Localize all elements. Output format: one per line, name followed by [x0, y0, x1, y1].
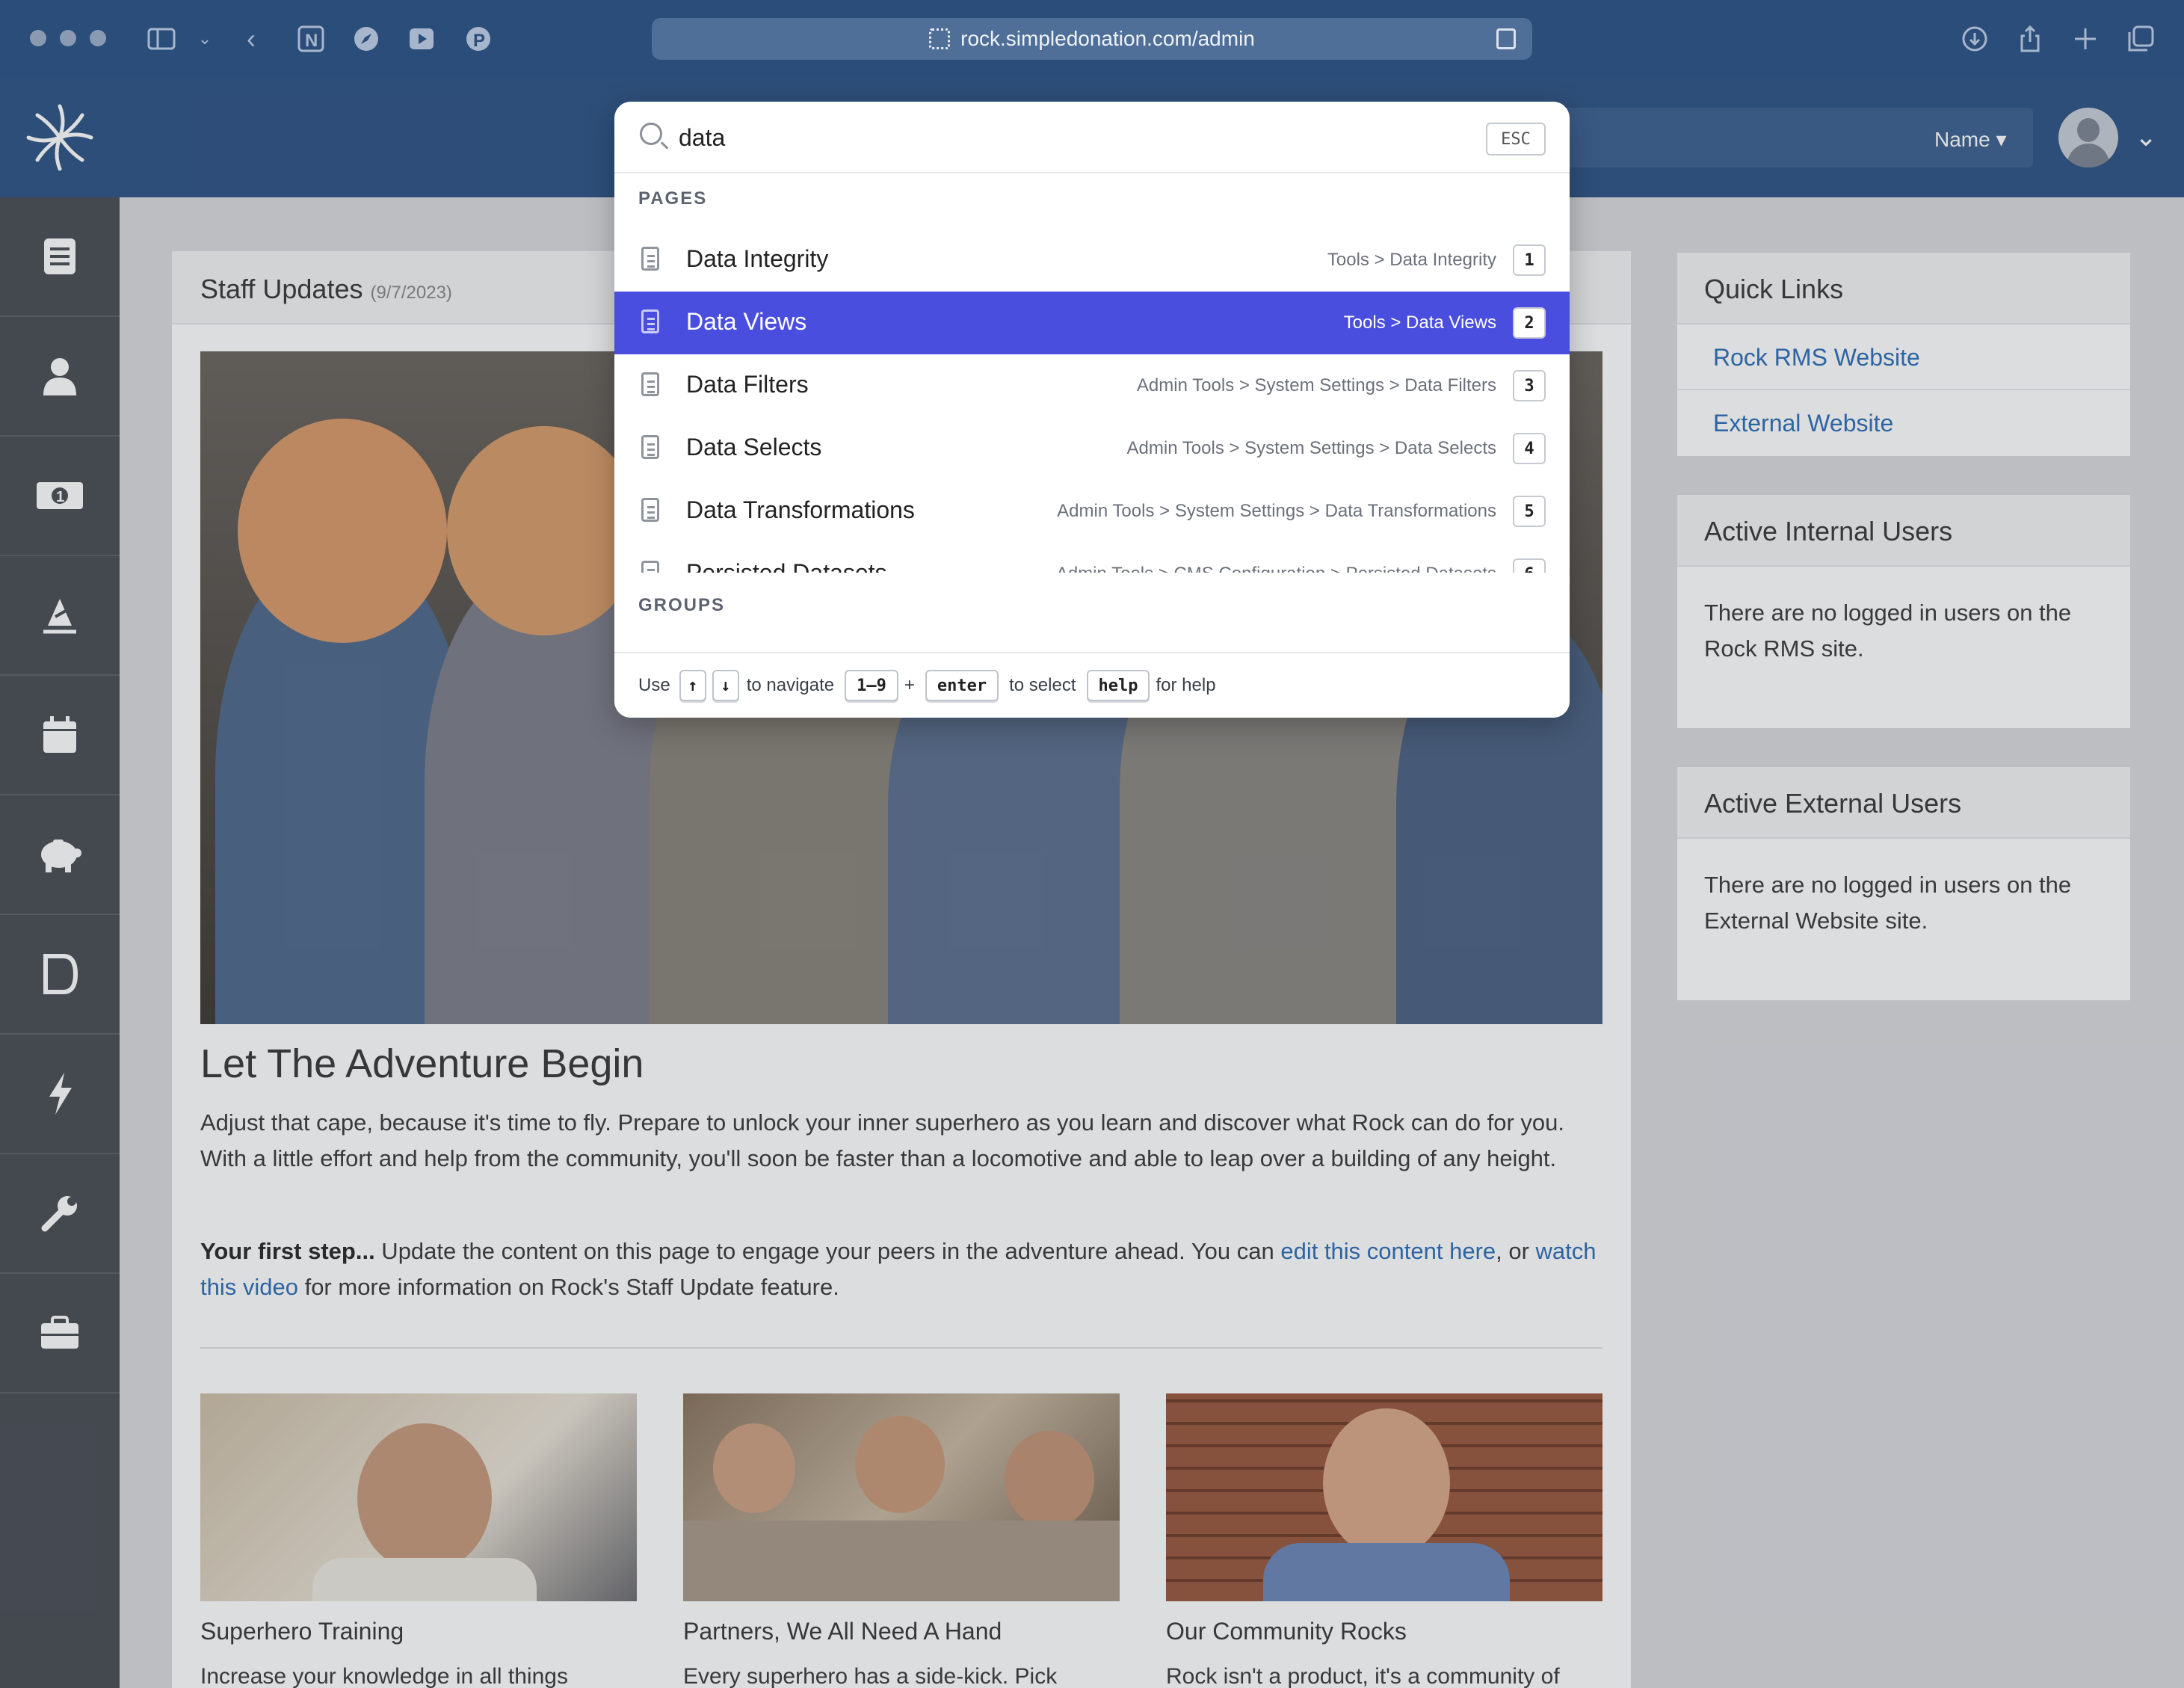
- hint-select: to select: [1009, 675, 1076, 695]
- search-input[interactable]: data: [679, 124, 725, 152]
- search-result-data-selects[interactable]: Data Selects Admin Tools > System Settin…: [614, 417, 1570, 480]
- esc-key-hint[interactable]: ESC: [1486, 123, 1546, 155]
- video-extension-icon[interactable]: [405, 22, 438, 55]
- search-result-data-transformations[interactable]: Data Transformations Admin Tools > Syste…: [614, 480, 1570, 543]
- result-shortcut: 4: [1513, 433, 1546, 464]
- down-arrow-key: ↓: [712, 670, 739, 701]
- pages-section-heading: PAGES: [638, 188, 708, 209]
- zoom-window-button[interactable]: [90, 30, 106, 46]
- search-result-persisted-datasets[interactable]: Persisted Datasets Admin Tools > CMS Con…: [614, 543, 1570, 573]
- pinterest-extension-icon[interactable]: P: [462, 22, 495, 55]
- result-shortcut: 2: [1513, 307, 1546, 339]
- minimize-window-button[interactable]: [60, 30, 76, 46]
- result-title: Data Transformations: [686, 496, 915, 523]
- hint-help: for help: [1156, 675, 1216, 695]
- result-shortcut: 5: [1513, 496, 1546, 527]
- search-result-data-views[interactable]: Data Views Tools > Data Views 2: [614, 292, 1570, 354]
- page-icon: [641, 372, 659, 396]
- result-shortcut: 3: [1513, 370, 1546, 401]
- result-title: Data Views: [686, 308, 807, 335]
- page-icon: [641, 498, 659, 522]
- groups-section-heading: GROUPS: [638, 595, 726, 615]
- search-bar: data ESC: [614, 102, 1570, 173]
- close-window-button[interactable]: [30, 30, 46, 46]
- back-icon[interactable]: ‹: [235, 22, 268, 55]
- result-path: Admin Tools > System Settings > Data Tra…: [1057, 501, 1496, 521]
- up-arrow-key: ↑: [679, 670, 706, 701]
- result-title: Data Selects: [686, 434, 822, 460]
- hint-use: Use: [638, 675, 670, 695]
- address-bar[interactable]: rock.simpledonation.com/admin: [652, 18, 1532, 60]
- reader-icon[interactable]: [1496, 28, 1516, 49]
- result-path: Tools > Data Integrity: [1327, 250, 1496, 270]
- svg-text:P: P: [473, 31, 485, 51]
- result-shortcut: 1: [1513, 244, 1546, 276]
- page-icon: [641, 309, 659, 333]
- search-result-data-integrity[interactable]: Data Integrity Tools > Data Integrity 1: [614, 229, 1570, 292]
- result-title: Data Filters: [686, 371, 809, 398]
- result-path: Tools > Data Views: [1343, 312, 1496, 333]
- keyboard-hints-footer: Use ↑ ↓ to navigate 1–9 + enter to selec…: [614, 652, 1570, 718]
- notion-extension-icon[interactable]: N: [294, 22, 327, 55]
- page-icon: [641, 561, 659, 573]
- search-icon: [640, 123, 662, 145]
- enter-key: enter: [925, 670, 999, 701]
- tab-overview-icon[interactable]: [2124, 22, 2157, 55]
- result-shortcut: 6: [1513, 558, 1546, 573]
- url-text: rock.simpledonation.com/admin: [960, 27, 1255, 50]
- chevron-down-icon[interactable]: ⌄: [188, 22, 221, 55]
- download-icon[interactable]: [1958, 22, 1991, 55]
- result-title: Data Integrity: [686, 245, 829, 272]
- result-path: Admin Tools > System Settings > Data Fil…: [1136, 375, 1496, 395]
- share-icon[interactable]: [2014, 22, 2046, 55]
- svg-text:N: N: [305, 31, 318, 51]
- browser-toolbar: ⌄ ‹ N P rock.simpledonation.com/admin: [0, 0, 2184, 78]
- number-range-key: 1–9: [845, 670, 898, 701]
- hint-navigate: to navigate: [746, 675, 835, 695]
- universal-search-modal: data ESC PAGES Data Integrity Tools > Da…: [614, 102, 1570, 718]
- site-favicon-icon: [929, 28, 951, 49]
- compass-extension-icon[interactable]: [350, 22, 383, 55]
- result-title: Persisted Datasets: [686, 559, 887, 573]
- results-scroll-clip: Persisted Datasets Admin Tools > CMS Con…: [614, 543, 1570, 573]
- hint-plus: +: [904, 675, 915, 695]
- page-icon: [641, 435, 659, 459]
- new-tab-icon[interactable]: [2069, 22, 2102, 55]
- page-icon: [641, 247, 659, 271]
- search-result-data-filters[interactable]: Data Filters Admin Tools > System Settin…: [614, 354, 1570, 417]
- result-path: Admin Tools > CMS Configuration > Persis…: [1056, 564, 1496, 573]
- result-path: Admin Tools > System Settings > Data Sel…: [1126, 438, 1496, 458]
- help-key[interactable]: help: [1086, 670, 1150, 701]
- sidebar-toggle-icon[interactable]: [145, 22, 178, 55]
